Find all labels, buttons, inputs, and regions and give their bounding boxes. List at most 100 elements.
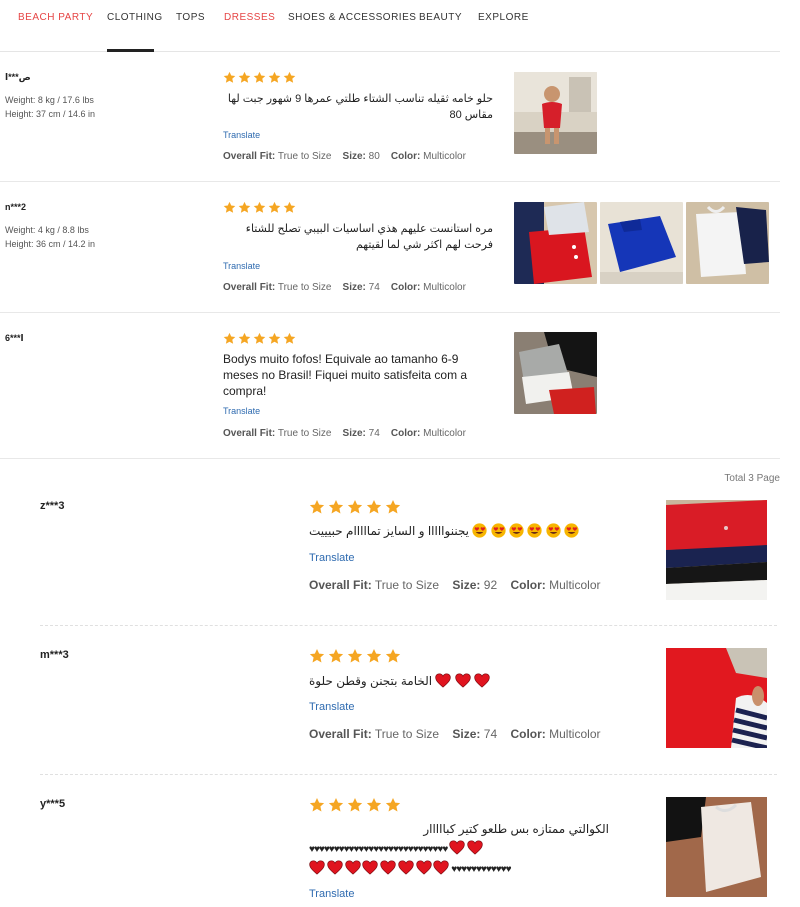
fit-value: True to Size [277,282,332,293]
tab-tops[interactable]: TOPS [176,12,205,24]
star-icon [309,649,325,663]
review-hearts-line: ♥♥♥♥♥♥♥♥♥♥♥♥ [309,860,609,879]
review-photo[interactable] [666,500,767,600]
review-photo[interactable] [600,202,683,284]
color-value: Multicolor [549,727,601,741]
review-divider [40,774,777,775]
reviewer-height: Height: 37 cm / 14.6 in [5,109,96,119]
size-value: 92 [483,578,498,592]
fit-label: Overall Fit: [223,151,276,162]
reviewer-name: m***3 [40,649,69,661]
fit-value: True to Size [374,727,440,741]
reviewer-name: z***3 [40,500,65,512]
size-value: 74 [483,727,498,741]
translate-link[interactable]: Translate [309,701,354,713]
tab-beauty[interactable]: BEAUTY [419,12,462,24]
review-photo[interactable] [514,332,597,414]
star-icon [309,798,325,812]
review-text: مره استانست عليهم هذي اساسيات البيبي تصل… [245,223,493,251]
fit-info: Overall Fit: True to Size Size: 80 Color… [223,151,466,162]
review-photo[interactable] [514,202,597,284]
size-value: 74 [368,428,380,439]
star-icon [223,201,236,213]
active-tab-indicator [107,49,154,52]
red-heart-icon [433,860,450,875]
star-rating [309,499,401,515]
star-rating [223,71,296,84]
review-photo[interactable] [686,202,769,284]
star-icon [283,71,296,83]
tab-dresses[interactable]: DRESSES [224,12,275,24]
reviewer-name: ا***6 [5,333,24,343]
review-photos [514,202,769,284]
star-icon [328,649,344,663]
review-text-line: يجننوااااا و السايز تمااااام حبيييت [309,522,609,541]
fit-label: Overall Fit: [223,428,276,439]
reviewer-height: Height: 36 cm / 14.2 in [5,239,96,249]
star-icon [328,500,344,514]
star-rating [223,332,296,345]
translate-link[interactable]: Translate [223,261,260,271]
heart-eyes-emoji-icon [564,523,579,538]
review-text: الخامة بتجنن وقطن حلوة [309,674,433,688]
fit-info: Overall Fit: True to Size Size: 74 Color… [223,282,466,293]
heart-eyes-emoji-icon [472,523,487,538]
star-icon [347,500,363,514]
size-label: Size: [452,727,481,741]
star-icon [238,201,251,213]
review-divider [40,625,777,626]
star-icon [283,201,296,213]
review-photo[interactable] [514,72,597,154]
color-label: Color: [510,727,546,741]
fit-value: True to Size [374,578,440,592]
review-divider [0,458,780,459]
reviewer-weight: Weight: 4 kg / 8.8 lbs [5,225,89,235]
tab-beach-party[interactable]: BEACH PARTY [18,12,93,24]
black-hearts: ♥♥♥♥♥♥♥♥♥♥♥♥♥♥♥♥♥♥♥♥♥♥♥♥♥♥♥♥ [309,844,448,855]
red-heart-icon [398,860,414,875]
fit-label: Overall Fit: [223,282,276,293]
tab-clothing[interactable]: CLOTHING [107,12,163,24]
translate-link[interactable]: Translate [223,130,260,140]
star-rating [309,797,401,813]
tab-explore[interactable]: EXPLORE [478,12,529,24]
star-icon [385,798,401,812]
review-photos [514,332,597,414]
category-nav: BEACH PARTY CLOTHING TOPS DRESSES SHOES … [0,0,780,52]
translate-link[interactable]: Translate [309,888,354,900]
fit-info: Overall Fit: True to Size Size: 74 Color… [309,727,601,741]
size-value: 74 [368,282,380,293]
color-value: Multicolor [423,151,466,162]
star-icon [366,798,382,812]
translate-link[interactable]: Translate [223,406,260,416]
star-icon [253,332,266,344]
review-text: الكوالتي ممتازه بس طلعو كتير كبااااار [423,822,609,836]
color-label: Color: [390,151,421,162]
review-photo[interactable] [666,797,767,897]
translate-link[interactable]: Translate [309,552,354,564]
review-divider [0,181,780,182]
tab-shoes-accessories[interactable]: SHOES & ACCESSORIES [288,12,416,24]
star-rating [223,201,296,214]
star-icon [223,332,236,344]
review-photos [514,72,597,154]
fit-value: True to Size [277,428,332,439]
star-icon [309,500,325,514]
heart-eyes-emoji-icon [527,523,543,538]
review-photo[interactable] [666,648,767,748]
star-icon [385,500,401,514]
red-heart-icon [380,860,396,875]
star-icon [238,71,251,83]
star-icon [366,649,382,663]
review-text: يجننوااااا و السايز تمااااام حبيييت [309,524,470,538]
heart-eyes-emoji-icon [509,523,524,538]
reviewer-name: y***5 [40,798,66,810]
star-icon [238,332,251,344]
star-icon [385,649,401,663]
size-label: Size: [342,151,366,162]
star-icon [328,798,344,812]
red-heart-icon [309,860,325,875]
color-label: Color: [390,428,421,439]
reviewer-weight: Weight: 8 kg / 17.6 lbs [5,95,94,105]
red-heart-icon [344,860,361,875]
